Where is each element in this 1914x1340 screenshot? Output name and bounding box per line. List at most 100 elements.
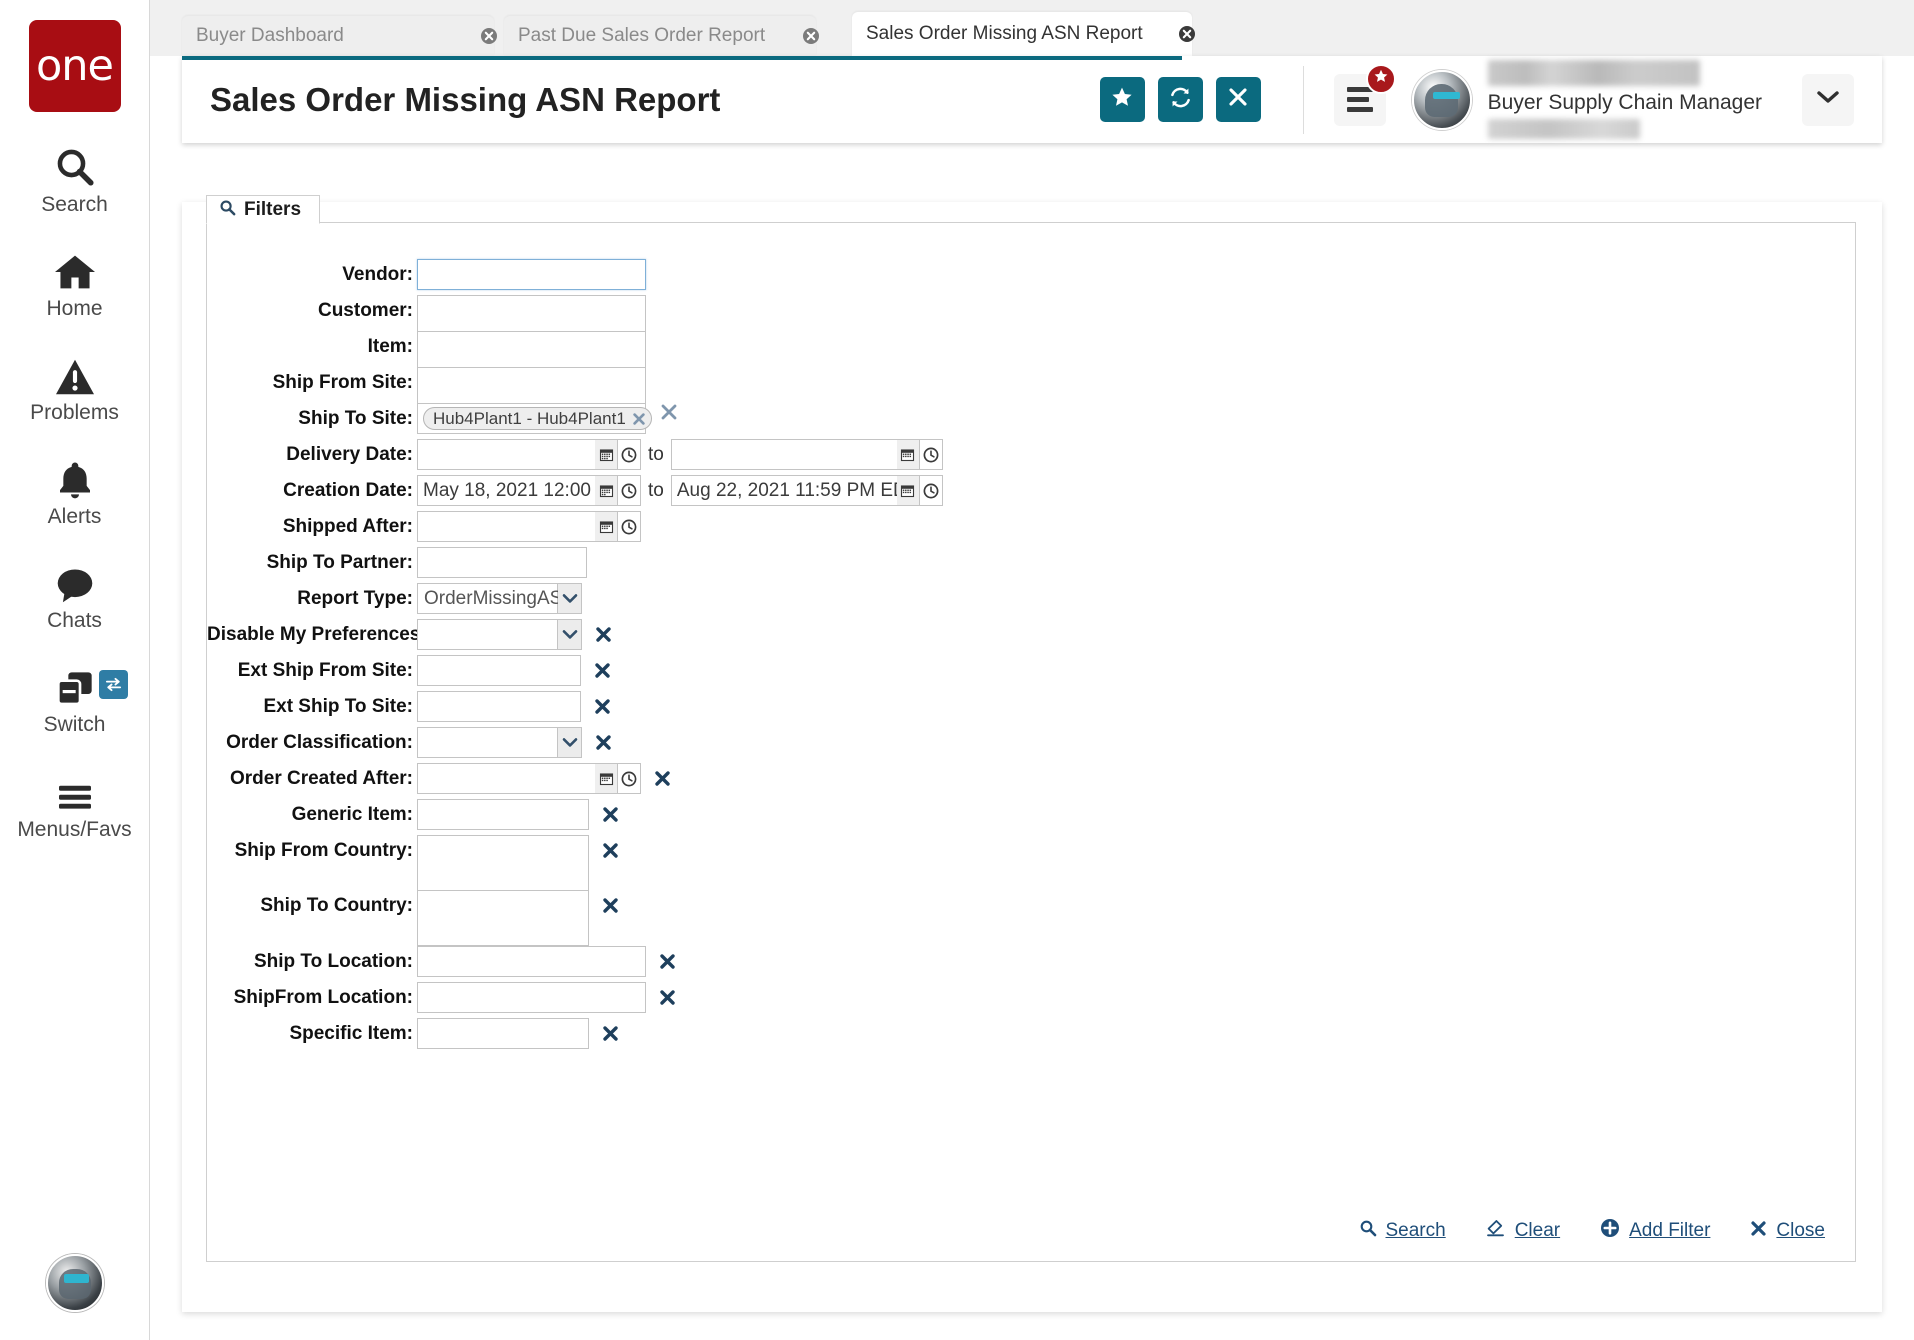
calendar-icon[interactable] (897, 439, 920, 470)
calendar-icon[interactable] (595, 511, 618, 542)
sidebar-item-chats[interactable]: Chats (0, 560, 150, 632)
creation-date-from[interactable]: May 18, 2021 12:00 AM ED (417, 475, 641, 506)
selected-site-chip[interactable]: Hub4Plant1 - Hub4Plant1 (423, 407, 652, 430)
sidebar-item-alerts[interactable]: Alerts (0, 456, 150, 528)
remove-filter-icon[interactable] (595, 619, 612, 650)
add-filter-action[interactable]: Add Filter (1600, 1218, 1710, 1243)
delivery-date-to[interactable] (671, 439, 943, 470)
shipped-after-value[interactable] (417, 511, 595, 542)
tab-buyer-dashboard[interactable]: Buyer Dashboard (182, 16, 494, 56)
filter-label: Report Type: (207, 583, 413, 614)
close-button[interactable] (1216, 77, 1261, 122)
chevron-down-icon[interactable] (558, 583, 582, 614)
close-icon[interactable] (1160, 25, 1178, 43)
header-menu-button[interactable] (1334, 74, 1386, 126)
ext-ship-to-site-input[interactable] (417, 691, 581, 722)
ship-to-location-input[interactable] (417, 946, 646, 977)
clock-icon[interactable] (618, 511, 641, 542)
delivery-date-to-value[interactable] (671, 439, 897, 470)
remove-filter-icon[interactable] (594, 655, 611, 686)
filter-label: Order Created After: (207, 763, 413, 794)
ext-ship-from-site-input[interactable] (417, 655, 581, 686)
close-icon[interactable] (784, 27, 802, 45)
sidebar-item-home[interactable]: Home (0, 248, 150, 320)
remove-filter-icon[interactable] (594, 691, 611, 722)
favorite-button[interactable] (1100, 77, 1145, 122)
creation-date-to-value[interactable]: Aug 22, 2021 11:59 PM ED (671, 475, 897, 506)
close-action-label: Close (1776, 1220, 1825, 1242)
clock-icon[interactable] (618, 475, 641, 506)
sidebar-item-label: Menus/Favs (17, 818, 131, 841)
close-action[interactable]: Close (1750, 1220, 1825, 1242)
remove-filter-icon[interactable] (659, 982, 676, 1013)
chip-remove-icon[interactable] (632, 412, 646, 426)
ship-to-site-input[interactable]: Hub4Plant1 - Hub4Plant1 (417, 403, 646, 434)
sidebar-item-menus-favs[interactable]: Menus/Favs (0, 769, 150, 841)
clock-icon[interactable] (618, 763, 641, 794)
calendar-icon[interactable] (595, 439, 618, 470)
user-menu-toggle[interactable] (1802, 74, 1854, 126)
ship-to-country-input[interactable] (417, 890, 589, 946)
order-created-after-value[interactable] (417, 763, 595, 794)
creation-date-from-value[interactable]: May 18, 2021 12:00 AM ED (417, 475, 595, 506)
order-classification-value[interactable] (417, 727, 558, 758)
vendor-input[interactable] (417, 259, 646, 290)
sidebar-item-label: Chats (47, 609, 102, 632)
creation-date-to[interactable]: Aug 22, 2021 11:59 PM ED (671, 475, 943, 506)
delivery-date-from-value[interactable] (417, 439, 595, 470)
search-action[interactable]: Search (1359, 1219, 1446, 1242)
disable-my-preferences-select[interactable] (417, 619, 582, 650)
sidebar-avatar[interactable] (46, 1254, 104, 1312)
chip-label: Hub4Plant1 - Hub4Plant1 (433, 409, 626, 429)
remove-filter-icon[interactable] (602, 890, 619, 921)
remove-filter-icon[interactable] (602, 1018, 619, 1049)
sidebar-item-switch[interactable]: Switch (0, 664, 150, 736)
filter-row-ship-to-location: Ship To Location: (207, 946, 676, 977)
remove-filter-icon[interactable] (602, 799, 619, 830)
tab-filters[interactable]: Filters (206, 195, 320, 224)
filter-row-ship-to-site: Ship To Site: Hub4Plant1 - Hub4Plant1 (207, 403, 727, 434)
report-type-value[interactable]: OrderMissingASN (417, 583, 558, 614)
ship-from-country-input[interactable] (417, 835, 589, 891)
calendar-icon[interactable] (595, 475, 618, 506)
chevron-down-icon[interactable] (558, 619, 582, 650)
report-type-select[interactable]: OrderMissingASN (417, 583, 582, 614)
remove-filter-icon[interactable] (659, 946, 676, 977)
chevron-down-icon[interactable] (558, 727, 582, 758)
clock-icon[interactable] (920, 439, 943, 470)
calendar-icon[interactable] (595, 763, 618, 794)
disable-my-preferences-value[interactable] (417, 619, 558, 650)
remove-filter-icon[interactable] (654, 763, 671, 794)
swap-arrows-icon[interactable] (99, 670, 128, 699)
filter-label: Creation Date: (207, 475, 413, 506)
shipped-after-input[interactable] (417, 511, 641, 542)
refresh-button[interactable] (1158, 77, 1203, 122)
page-header: Sales Order Missing ASN Report (182, 56, 1882, 143)
close-icon[interactable] (462, 27, 480, 45)
hamburger-icon (55, 769, 95, 813)
ship-to-site-clear-icon[interactable] (660, 403, 678, 421)
ship-to-partner-input[interactable] (417, 547, 587, 578)
clear-action[interactable]: Clear (1486, 1219, 1560, 1242)
app-root: one Search Home Problems Alerts (0, 0, 1914, 1340)
calendar-icon[interactable] (897, 475, 920, 506)
order-created-after-input[interactable] (417, 763, 641, 794)
user-profile[interactable]: Buyer Supply Chain Manager (1412, 60, 1762, 139)
sidebar-item-search[interactable]: Search (0, 144, 150, 216)
specific-item-input[interactable] (417, 1018, 589, 1049)
add-filter-action-label: Add Filter (1629, 1220, 1710, 1242)
clock-icon[interactable] (618, 439, 641, 470)
tab-past-due-sales-order-report[interactable]: Past Due Sales Order Report (504, 16, 816, 56)
delivery-date-from[interactable] (417, 439, 641, 470)
tab-sales-order-missing-asn-report[interactable]: Sales Order Missing ASN Report (852, 12, 1192, 56)
clock-icon[interactable] (920, 475, 943, 506)
shipfrom-location-input[interactable] (417, 982, 646, 1013)
remove-filter-icon[interactable] (595, 727, 612, 758)
filter-row-delivery-date: Delivery Date: to (207, 439, 943, 470)
generic-item-input[interactable] (417, 799, 589, 830)
order-classification-select[interactable] (417, 727, 582, 758)
sidebar-item-problems[interactable]: Problems (0, 352, 150, 424)
remove-filter-icon[interactable] (602, 835, 619, 866)
one-logo[interactable]: one (29, 20, 121, 112)
sidebar-item-label: Problems (30, 401, 119, 424)
